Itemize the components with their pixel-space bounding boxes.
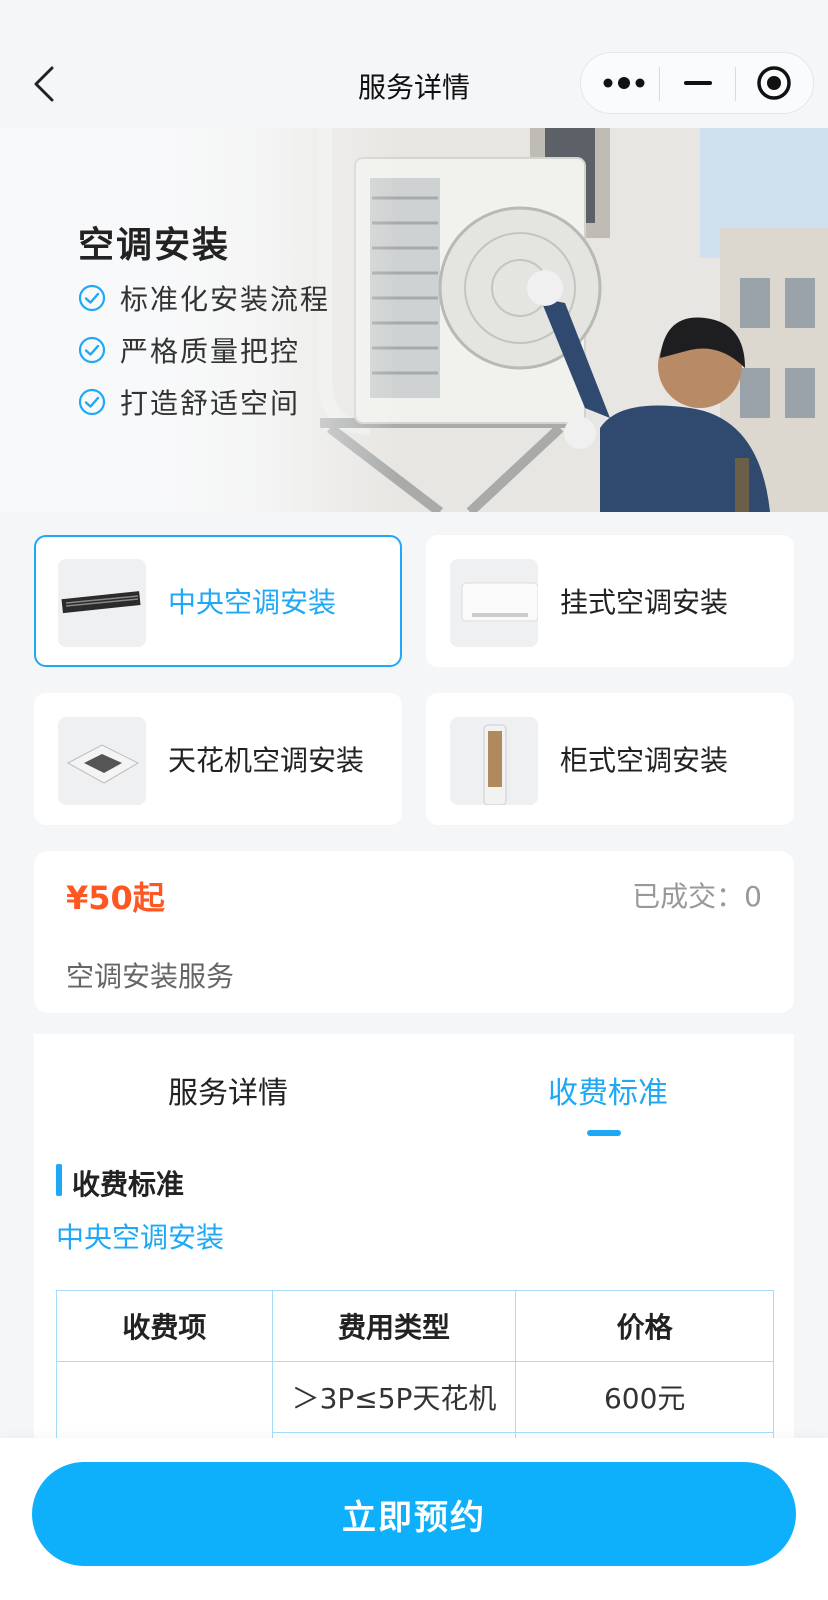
capsule-divider — [735, 67, 736, 101]
service-name: 空调安装服务 — [66, 960, 235, 993]
sold-count: 已成交：0 — [632, 880, 762, 913]
ceiling-ac-image — [58, 717, 146, 805]
section-accent-bar — [56, 1164, 62, 1196]
column-header: 收费项 — [56, 1290, 273, 1362]
book-now-button[interactable]: 立即预约 — [32, 1462, 796, 1566]
more-dots-icon — [603, 77, 645, 89]
table-cell: ＞3P≤5P天花机 — [271, 1361, 517, 1433]
target-close-icon — [757, 66, 791, 100]
price-card: ¥50起 已成交：0 空调安装服务 — [34, 851, 794, 1013]
tab-fee-standard[interactable]: 收费标准 — [548, 1068, 668, 1112]
feature-label: 严格质量把控 — [120, 335, 301, 368]
service-option-label: 天花机空调安装 — [168, 744, 365, 777]
service-option-central[interactable]: 中央空调安装 — [34, 535, 402, 667]
feature-item: 严格质量把控 — [78, 330, 300, 370]
check-circle-icon — [78, 388, 106, 416]
minimize-button[interactable] — [661, 53, 735, 113]
check-circle-icon — [78, 336, 106, 364]
tab-service-detail[interactable]: 服务详情 — [168, 1068, 288, 1112]
close-button[interactable] — [737, 53, 811, 113]
section-subtitle: 中央空调安装 — [56, 1221, 225, 1254]
central-ac-image — [58, 559, 146, 647]
price-label: ¥50起 — [66, 879, 165, 917]
banner-fade — [0, 128, 828, 512]
column-header: 费用类型 — [271, 1290, 517, 1362]
feature-item: 标准化安装流程 — [78, 278, 330, 318]
capsule-menu — [580, 52, 814, 114]
service-option-ceiling[interactable]: 天花机空调安装 — [34, 693, 402, 825]
feature-item: 打造舒适空间 — [78, 382, 300, 422]
capsule-divider — [659, 67, 660, 101]
banner-title: 空调安装 — [78, 225, 231, 266]
hero-banner: 空调安装 标准化安装流程 严格质量把控 打造舒适空间 — [0, 128, 828, 512]
nav-bar: 服务详情 — [0, 0, 828, 128]
detail-panel: 服务详情 收费标准 收费标准 中央空调安装 收费项 费用类型 价格 ＞3P≤5P… — [34, 1034, 794, 1504]
section-title: 收费标准 — [72, 1168, 185, 1201]
column-header: 价格 — [515, 1290, 774, 1362]
table-cell: 600元 — [515, 1361, 774, 1433]
more-button[interactable] — [587, 53, 661, 113]
wall-ac-image — [450, 559, 538, 647]
feature-label: 标准化安装流程 — [120, 283, 331, 316]
table-header-row: 收费项 费用类型 价格 — [56, 1290, 774, 1362]
service-option-wall[interactable]: 挂式空调安装 — [426, 535, 794, 667]
minimize-icon — [684, 81, 712, 85]
feature-label: 打造舒适空间 — [120, 387, 301, 420]
service-option-label: 柜式空调安装 — [560, 744, 729, 777]
service-option-label: 挂式空调安装 — [560, 586, 729, 619]
table-row: ＞3P≤5P天花机 600元 — [56, 1361, 774, 1504]
service-option-floor[interactable]: 柜式空调安装 — [426, 693, 794, 825]
floor-ac-image — [450, 717, 538, 805]
active-tab-indicator — [587, 1130, 621, 1136]
service-option-label: 中央空调安装 — [168, 586, 337, 619]
bottom-bar: 立即预约 — [0, 1438, 828, 1600]
check-circle-icon — [78, 284, 106, 312]
